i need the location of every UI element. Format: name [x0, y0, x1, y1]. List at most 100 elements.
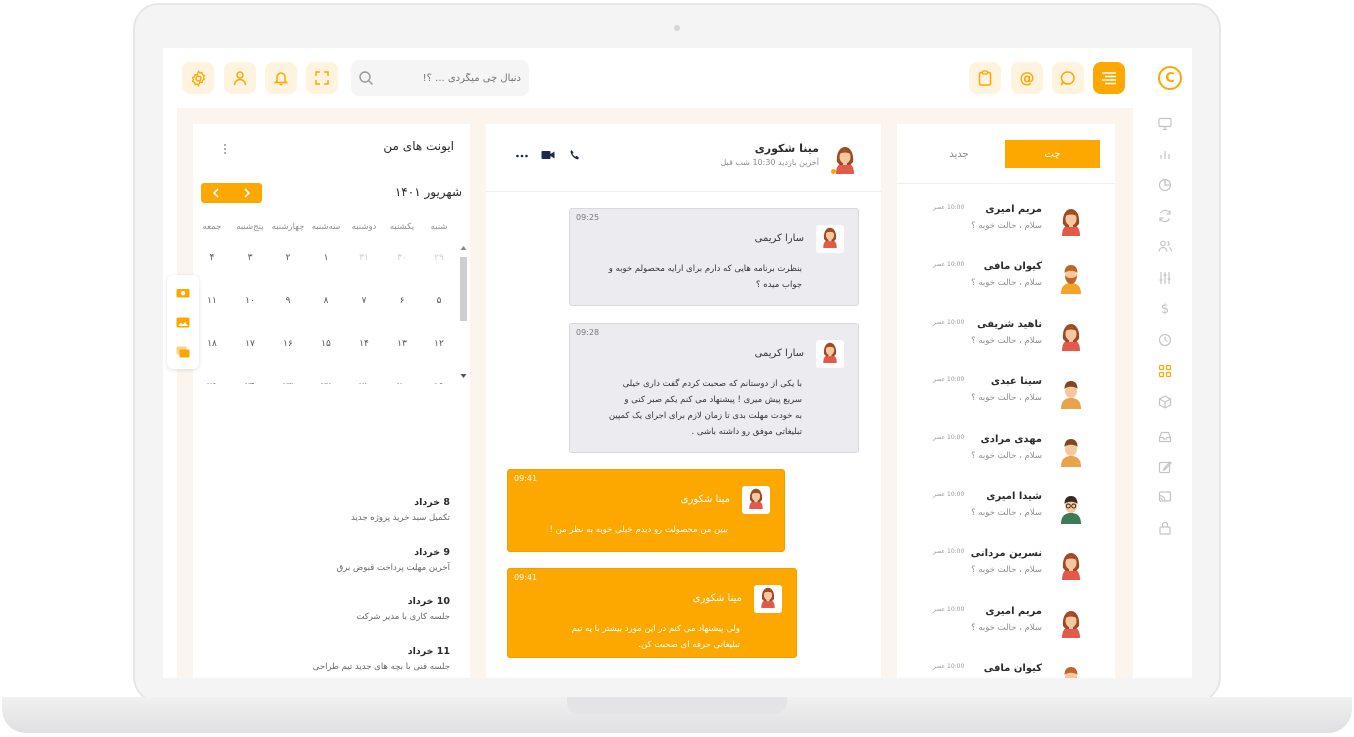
calendar-day[interactable]: ۵: [427, 296, 451, 306]
apps-grid-icon[interactable]: [1157, 363, 1173, 379]
scrollbar-thumb[interactable]: [460, 257, 467, 321]
lock-icon[interactable]: [1157, 520, 1173, 536]
calendar-title: ایونت های من: [383, 139, 454, 153]
chat-bubble-icon: [1060, 71, 1075, 86]
outgoing-message[interactable]: 09:41 مینا شکوری ببین من محصولت رو دیدم خی…: [507, 469, 785, 552]
next-month-button[interactable]: [232, 183, 262, 203]
chat-list-item[interactable]: کیوان مافی سلام ، حالت خوبه ؟ 10:00 عصر: [897, 257, 1115, 313]
chat-list-item[interactable]: کیوان مافی 10:00 عصر: [897, 659, 1115, 678]
calendar-day[interactable]: ۲۴: [238, 382, 262, 384]
calendar-day[interactable]: ۲: [276, 253, 300, 263]
calendar-day[interactable]: ۱۱: [200, 296, 224, 306]
calendar-day[interactable]: ۱: [314, 253, 338, 263]
outgoing-message[interactable]: 09:41 مینا شکوری ولی پیشنهاد می کنم در این…: [507, 568, 797, 658]
chat-list-item[interactable]: شیدا امیری سلام ، حالت خوبه ؟ 10:00 عصر: [897, 487, 1115, 543]
incoming-message[interactable]: 09:25 سارا کریمی بنظرت برنامه هایی که دارم…: [569, 208, 859, 306]
calendar-day[interactable]: ۲۹: [427, 253, 451, 263]
event-description[interactable]: آخرین مهلت پرداخت قبوض برق: [337, 563, 450, 573]
image-tool-button[interactable]: [171, 309, 195, 335]
inbox-icon[interactable]: [1157, 429, 1173, 445]
event-description[interactable]: تکمیل سبد خرید پروژه جدید: [351, 513, 450, 523]
calendar-day[interactable]: ۱۰: [238, 296, 262, 306]
contact-avatar[interactable]: [831, 144, 859, 176]
bar-chart-icon[interactable]: [1157, 146, 1173, 162]
calendar-day[interactable]: ۴: [200, 253, 224, 263]
calendar-day[interactable]: ۱۷: [238, 339, 262, 349]
mentions-button[interactable]: @: [1011, 62, 1043, 94]
clipboard-button[interactable]: [969, 62, 1001, 94]
box-icon[interactable]: [1157, 394, 1173, 410]
tab-new[interactable]: جدید: [913, 140, 1005, 168]
search-input[interactable]: [391, 60, 521, 96]
conversation-header: مینا شکوری آخرین بازدید 10:30 شب قبل: [486, 124, 881, 192]
event-description[interactable]: جلسه کاری با مدیر شرکت: [356, 612, 450, 622]
users-icon[interactable]: [1157, 238, 1173, 254]
desktop-icon[interactable]: [1157, 116, 1173, 132]
calendar-day[interactable]: ۱۲: [427, 339, 451, 349]
calendar-day[interactable]: ۱۴: [352, 339, 376, 349]
refresh-icon[interactable]: [1157, 208, 1173, 224]
calendar-day[interactable]: ۶: [390, 296, 414, 306]
app-screen: C @ $ چت: [163, 48, 1192, 678]
call-button[interactable]: [569, 146, 583, 160]
event-description[interactable]: جلسه فنی با بچه های جدید تیم طراحی: [313, 662, 450, 672]
cast-icon[interactable]: [1157, 489, 1173, 505]
chat-time: 10:00 عصر: [933, 318, 965, 326]
calendar-options-button[interactable]: [223, 140, 229, 154]
fullscreen-button[interactable]: [306, 62, 338, 94]
calendar-day[interactable]: ۱۹: [427, 382, 451, 384]
calendar-day[interactable]: ۲۰: [390, 382, 414, 384]
chat-list-item[interactable]: مهدی مرادی سلام ، حالت خوبه ؟ 10:00 عصر: [897, 430, 1115, 486]
calendar-day[interactable]: ۲۱: [352, 382, 376, 384]
edit-icon[interactable]: [1157, 459, 1173, 475]
notifications-button[interactable]: [265, 62, 297, 94]
chat-list-item[interactable]: ناهید شریفی سلام ، حالت خوبه ؟ 10:00 عصر: [897, 315, 1115, 371]
calendar-day[interactable]: ۲۲: [314, 382, 338, 384]
chat-preview: سلام ، حالت خوبه ؟: [971, 450, 1042, 461]
calendar-day[interactable]: ۱۸: [200, 339, 224, 349]
messages-button[interactable]: [1052, 62, 1084, 94]
tab-chat[interactable]: چت: [1005, 140, 1100, 168]
message-avatar: [754, 585, 782, 613]
scroll-up-icon: [460, 246, 467, 250]
chat-list-item[interactable]: مریم امیری سلام ، حالت خوبه ؟ 10:00 عصر: [897, 200, 1115, 256]
chat-list-item[interactable]: نسرین مردانی سلام ، حالت خوبه ؟ 10:00 عصر: [897, 544, 1115, 600]
chat-time: 10:00 عصر: [933, 376, 965, 384]
at-sign-icon: @: [1019, 69, 1035, 87]
bell-icon: [273, 72, 289, 86]
gallery-tool-button[interactable]: [171, 339, 195, 365]
calendar-day[interactable]: ۱۳: [390, 339, 414, 349]
chat-time: 10:00 عصر: [933, 663, 965, 671]
search-bar[interactable]: [351, 60, 529, 96]
profile-button[interactable]: [224, 62, 256, 94]
calendar-day[interactable]: ۳: [238, 253, 262, 263]
calendar-day[interactable]: ۳۱: [352, 253, 376, 263]
more-options-button[interactable]: [515, 146, 529, 160]
prev-month-button[interactable]: [201, 183, 231, 203]
calendar-day[interactable]: ۱۵: [314, 339, 338, 349]
clock-icon[interactable]: [1157, 332, 1173, 348]
sliders-icon[interactable]: [1157, 270, 1173, 286]
calendar-day[interactable]: ۲۵: [200, 382, 224, 384]
calendar-day[interactable]: ۲۳: [276, 382, 300, 384]
chat-list-item[interactable]: سینا عبدی سلام ، حالت خوبه ؟ 10:00 عصر: [897, 372, 1115, 428]
calendar-day[interactable]: ۸: [314, 296, 338, 306]
pie-chart-icon[interactable]: [1157, 177, 1173, 193]
calendar-scrollbar[interactable]: [459, 245, 468, 383]
settings-button[interactable]: [182, 62, 214, 94]
menu-toggle-button[interactable]: [1093, 62, 1125, 94]
message-line: تبلیغاتی حرفه ای صحبت کن.: [638, 640, 740, 650]
calendar-day[interactable]: ۳۰: [390, 253, 414, 263]
scroll-down-icon: [460, 374, 467, 378]
calendar-day[interactable]: ۷: [352, 296, 376, 306]
dollar-icon[interactable]: $: [1157, 301, 1173, 317]
message-line: به خودت مهلت بدی تا زمان لازم برای اجرای…: [608, 411, 802, 421]
video-call-button[interactable]: [541, 146, 557, 160]
incoming-message[interactable]: 09:28 سارا کریمی با یکی از دوستانم که صحبت…: [569, 323, 859, 453]
calendar-day[interactable]: ۱۶: [276, 339, 300, 349]
calendar-day[interactable]: ۹: [276, 296, 300, 306]
camera-tool-button[interactable]: [171, 279, 195, 305]
chat-list-item[interactable]: مریم امیری سلام ، حالت خوبه ؟ 10:00 عصر: [897, 602, 1115, 658]
laptop-camera: [674, 25, 680, 31]
weekday-label: دوشنبه: [351, 222, 377, 232]
